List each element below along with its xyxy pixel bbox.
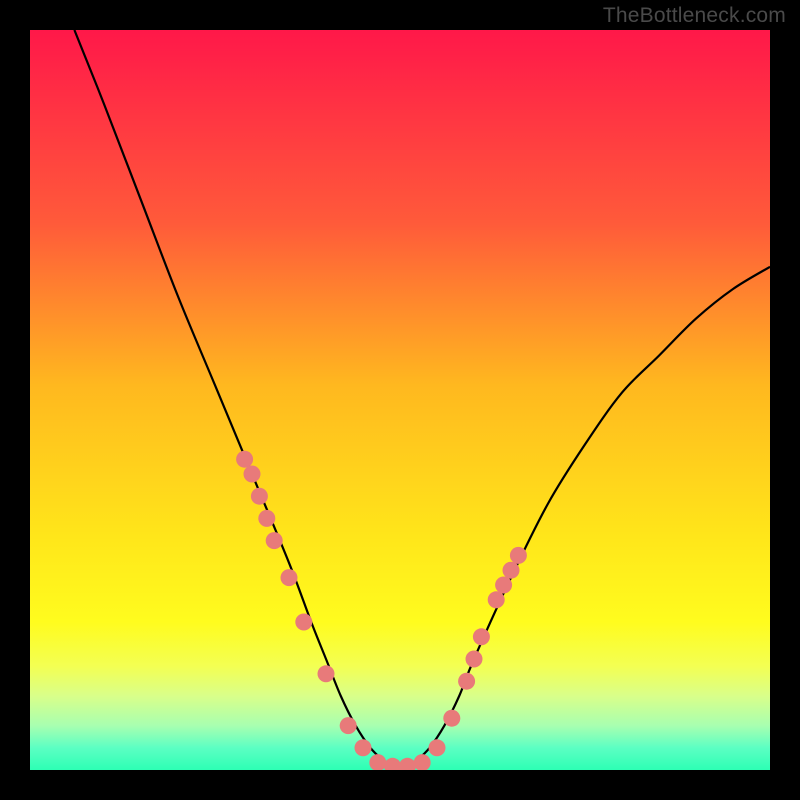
data-marker bbox=[384, 758, 401, 770]
data-marker bbox=[466, 651, 483, 668]
data-marker bbox=[266, 532, 283, 549]
chart-curves bbox=[30, 30, 770, 770]
data-marker bbox=[458, 673, 475, 690]
watermark-text: TheBottleneck.com bbox=[603, 4, 786, 28]
data-marker bbox=[258, 510, 275, 527]
data-marker bbox=[251, 488, 268, 505]
data-marker bbox=[443, 710, 460, 727]
data-marker bbox=[340, 717, 357, 734]
data-marker bbox=[429, 739, 446, 756]
data-marker bbox=[318, 665, 335, 682]
data-marker bbox=[355, 739, 372, 756]
plot-area bbox=[30, 30, 770, 770]
data-marker bbox=[399, 758, 416, 770]
data-marker bbox=[503, 562, 520, 579]
data-marker bbox=[488, 591, 505, 608]
data-marker bbox=[473, 628, 490, 645]
data-marker bbox=[495, 577, 512, 594]
curve-left-curve bbox=[74, 30, 385, 763]
data-marker bbox=[414, 754, 431, 770]
data-marker bbox=[236, 451, 253, 468]
data-marker bbox=[510, 547, 527, 564]
data-marker bbox=[295, 614, 312, 631]
data-marker bbox=[281, 569, 298, 586]
data-marker bbox=[244, 466, 261, 483]
data-marker bbox=[369, 754, 386, 770]
